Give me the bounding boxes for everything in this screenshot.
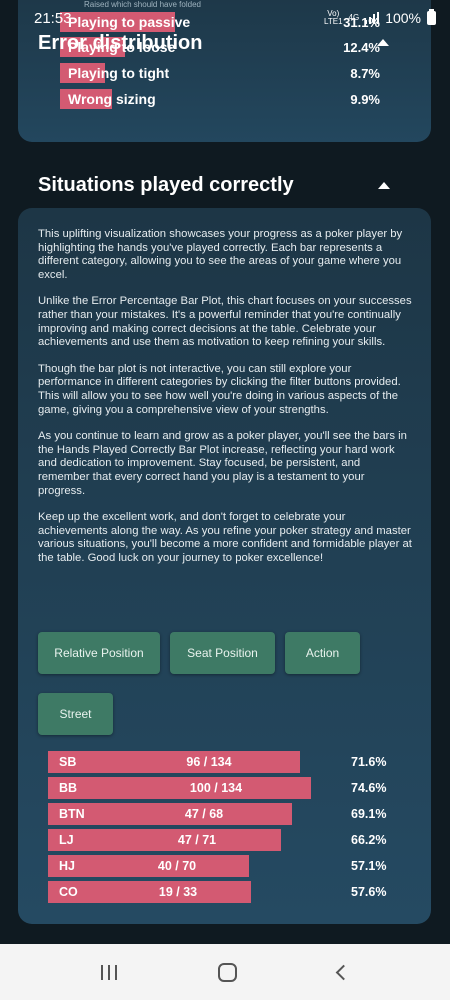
situations-description: This uplifting visualization showcases y… [38,228,412,564]
battery-icon [427,9,436,25]
situation-row: HJ 40 / 70 57.1% [48,855,408,877]
battery-percent: 100% [385,10,421,26]
network-label: Vo) LTE1 [323,9,343,26]
status-bar: 21:53 Vo) LTE1 4G 100% [0,0,450,36]
situation-row: SB 96 / 134 71.6% [48,751,408,773]
collapse-chevron-up-icon[interactable] [378,182,390,189]
error-row: Wrong sizing 9.9% [60,89,390,109]
filter-seat-position-button[interactable]: Seat Position [170,632,275,674]
situation-row: LJ 47 / 71 66.2% [48,829,408,851]
situation-row: CO 19 / 33 57.6% [48,881,408,903]
filter-action-button[interactable]: Action [285,632,360,674]
signal-icon [365,12,380,24]
situation-row: BB 100 / 134 74.6% [48,777,408,799]
filter-street-button[interactable]: Street [38,693,113,735]
situation-row: BTN 47 / 68 69.1% [48,803,408,825]
status-time: 21:53 [34,9,72,27]
net-type: 4G [348,13,360,22]
recent-apps-icon[interactable] [100,964,117,980]
back-icon[interactable] [336,964,352,980]
home-icon[interactable] [217,962,237,982]
error-row: Playing to tight 8.7% [60,63,390,83]
filter-relative-position-button[interactable]: Relative Position [38,632,160,674]
navigation-bar [0,944,450,1000]
situations-title: Situations played correctly [38,174,294,196]
